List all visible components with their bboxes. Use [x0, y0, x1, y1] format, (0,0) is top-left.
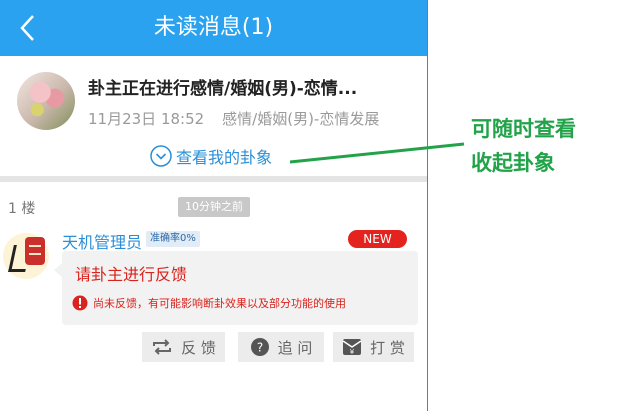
- admin-avatar[interactable]: [3, 233, 49, 279]
- post-card[interactable]: 卦主正在进行感情/婚姻(男)-恋情... 11月23日 18:52 感情/婚姻(男…: [0, 56, 427, 176]
- warning-icon: [72, 295, 88, 311]
- annotation-line-1: 可随时查看: [471, 117, 576, 141]
- reward-button[interactable]: ¥ 打 赏: [333, 332, 414, 362]
- phone-screen: 未读消息(1) 卦主正在进行感情/婚姻(男)-恋情... 11月23日 18:5…: [0, 0, 428, 411]
- svg-text:¥: ¥: [350, 348, 355, 356]
- feedback-message[interactable]: 请卦主进行反馈 尚未反馈，有可能影响断卦效果以及部分功能的使用: [54, 251, 418, 325]
- post-category: 感情/婚姻(男)-恋情发展: [222, 110, 380, 128]
- post-avatar: [17, 72, 75, 130]
- annotation-callout: 可随时查看 收起卦象: [471, 112, 576, 180]
- post-date: 11月23日 18:52: [88, 110, 205, 128]
- page-title: 未读消息(1): [153, 15, 274, 40]
- user-name[interactable]: 天机管理员: [62, 229, 142, 253]
- new-badge: NEW: [348, 230, 407, 248]
- reward-label: 打 赏: [370, 338, 405, 357]
- chevron-down-icon: [150, 145, 172, 167]
- follow-up-button[interactable]: ? 追 问: [238, 332, 324, 362]
- feedback-title: 请卦主进行反馈: [75, 265, 188, 284]
- follow-up-label: 追 问: [277, 338, 313, 357]
- annotation-line-2: 收起卦象: [471, 151, 555, 175]
- feedback-label: 反 馈: [181, 338, 216, 357]
- section-divider: [0, 176, 427, 182]
- view-gua-label: 查看我的卦象: [176, 148, 273, 167]
- svg-text:?: ?: [256, 341, 262, 355]
- floor-label: 1 楼: [8, 201, 36, 217]
- feedback-button[interactable]: 反 馈: [142, 332, 225, 362]
- view-gua-toggle[interactable]: 查看我的卦象: [150, 144, 272, 168]
- warning-text: 尚未反馈，有可能影响断卦效果以及部分功能的使用: [93, 297, 346, 310]
- title-bar: 未读消息(1): [0, 0, 427, 56]
- warning-line: 尚未反馈，有可能影响断卦效果以及部分功能的使用: [72, 295, 346, 311]
- post-meta: 11月23日 18:52 感情/婚姻(男)-恋情发展: [88, 108, 379, 129]
- money-envelope-icon: ¥: [342, 339, 362, 356]
- post-title: 卦主正在进行感情/婚姻(男)-恋情...: [88, 79, 358, 99]
- seal-stamp: [25, 237, 45, 265]
- time-ago-chip: 10分钟之前: [178, 197, 250, 217]
- accuracy-badge: 准确率0%: [146, 231, 200, 247]
- question-icon: ?: [250, 338, 269, 356]
- repeat-icon: [153, 339, 172, 355]
